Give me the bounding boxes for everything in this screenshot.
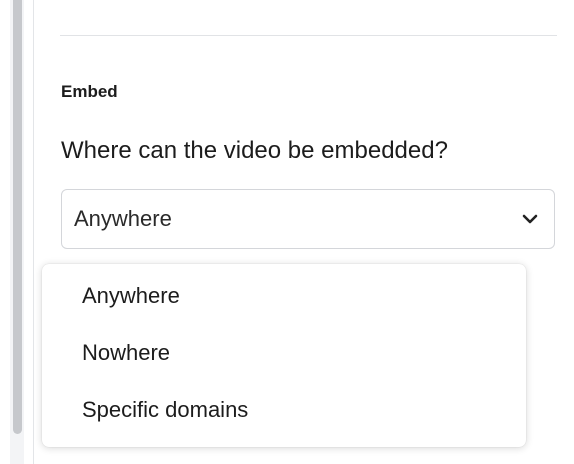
option-nowhere[interactable]: Nowhere bbox=[82, 339, 170, 367]
option-anywhere[interactable]: Anywhere bbox=[82, 282, 180, 310]
select-value: Anywhere bbox=[74, 206, 172, 231]
embed-question-label: Where can the video be embedded? bbox=[61, 137, 448, 164]
settings-panel: Embed Where can the video be embedded? A… bbox=[0, 0, 574, 464]
chevron-down-icon bbox=[522, 214, 538, 224]
embed-section-heading: Embed bbox=[61, 82, 118, 101]
embed-options-menu: Anywhere Nowhere Specific domains bbox=[42, 264, 526, 447]
panel-border bbox=[33, 0, 34, 464]
embed-location-select[interactable]: Anywhere bbox=[61, 189, 555, 249]
scrollbar-thumb[interactable] bbox=[13, 0, 22, 434]
section-divider bbox=[60, 35, 557, 36]
option-specific-domains[interactable]: Specific domains bbox=[82, 396, 248, 424]
